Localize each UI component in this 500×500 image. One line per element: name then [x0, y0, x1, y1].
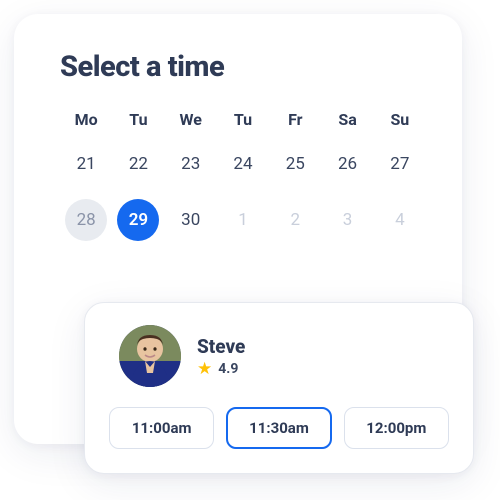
weekday-row: MoTuWeTuFrSaSu: [60, 110, 426, 129]
date-cell-29[interactable]: 29: [117, 199, 159, 241]
provider-profile: Steve ★ 4.9: [109, 325, 449, 387]
weekday-label: Su: [374, 110, 426, 129]
weekday-label: Fr: [269, 110, 321, 129]
provider-rating: ★ 4.9: [197, 361, 245, 378]
provider-name: Steve: [197, 335, 245, 358]
rating-value: 4.9: [218, 361, 238, 377]
provider-info: Steve ★ 4.9: [197, 335, 245, 378]
time-slots: 11:00am 11:30am 12:00pm: [109, 407, 449, 449]
weekday-label: Tu: [112, 110, 164, 129]
date-cell-27[interactable]: 27: [379, 143, 421, 185]
date-cell-22[interactable]: 22: [117, 143, 159, 185]
avatar: [119, 325, 181, 387]
date-cell-3[interactable]: 3: [327, 199, 369, 241]
weekday-label: Sa: [321, 110, 373, 129]
date-cell-4[interactable]: 4: [379, 199, 421, 241]
time-slot[interactable]: 12:00pm: [344, 407, 449, 449]
date-cell-21[interactable]: 21: [65, 143, 107, 185]
date-cell-28[interactable]: 28: [65, 199, 107, 241]
weekday-label: We: [165, 110, 217, 129]
date-cell-2[interactable]: 2: [274, 199, 316, 241]
time-select-card: Steve ★ 4.9 11:00am 11:30am 12:00pm: [84, 302, 474, 474]
time-slot[interactable]: 11:30am: [226, 407, 331, 449]
page-title: Select a time: [60, 50, 426, 84]
date-cell-1[interactable]: 1: [222, 199, 264, 241]
date-cell-24[interactable]: 24: [222, 143, 264, 185]
date-cell-26[interactable]: 26: [327, 143, 369, 185]
star-icon: ★: [197, 361, 212, 378]
weekday-label: Tu: [217, 110, 269, 129]
date-grid: 212223242526272829301234: [60, 143, 426, 241]
date-cell-23[interactable]: 23: [170, 143, 212, 185]
weekday-label: Mo: [60, 110, 112, 129]
date-cell-25[interactable]: 25: [274, 143, 316, 185]
date-cell-30[interactable]: 30: [170, 199, 212, 241]
time-slot[interactable]: 11:00am: [109, 407, 214, 449]
